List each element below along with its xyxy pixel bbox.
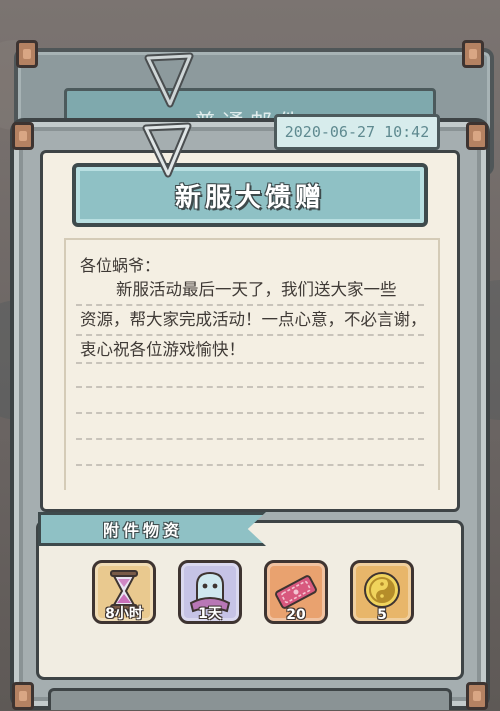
rivet xyxy=(466,682,488,710)
attachment-item-coin[interactable]: 5 xyxy=(350,560,414,624)
bottom-plate xyxy=(48,688,452,710)
letter-body-line: 资源，帮大家完成活动！一点心意，不必言谢， xyxy=(80,310,427,329)
hook-icon xyxy=(142,122,192,178)
attachment-item-label: 5 xyxy=(377,607,387,623)
attachment-item-ghost[interactable]: 1天 xyxy=(178,560,242,624)
attachment-item-ticket[interactable]: 20 xyxy=(264,560,328,624)
attachment-item-label: 20 xyxy=(286,607,306,623)
ruled-line xyxy=(76,362,424,364)
ruled-line xyxy=(76,412,424,414)
attachment-item-label: 1天 xyxy=(198,606,222,622)
rivet xyxy=(466,122,488,150)
ruled-line xyxy=(76,304,424,306)
mail-timestamp: 2020-06-27 10:42 xyxy=(274,114,440,150)
letter-greeting: 各位蜗爷： xyxy=(80,256,161,275)
attachment-item-hourglass[interactable]: 8小时 xyxy=(92,560,156,624)
mail-title: 新服大馈赠 xyxy=(174,182,325,213)
letter-body-line: 衷心祝各位游戏愉快！ xyxy=(80,340,245,359)
attachments-header: 附件物资 xyxy=(38,512,266,546)
ruled-line xyxy=(76,464,424,466)
ruled-line xyxy=(76,386,424,388)
letter-body-line: 新服活动最后一天了，我们送大家一些 xyxy=(116,280,397,299)
hook-icon xyxy=(144,52,194,108)
ruled-line xyxy=(76,438,424,440)
rivet xyxy=(462,40,484,68)
ruled-line xyxy=(76,334,424,336)
rivet xyxy=(12,122,34,150)
rivet xyxy=(12,682,34,710)
mail-title-banner: 新服大馈赠 xyxy=(72,163,428,227)
attachment-item-label: 8小时 xyxy=(105,606,143,622)
rivet xyxy=(16,40,38,68)
attachments-header-label: 附件物资 xyxy=(103,521,184,540)
